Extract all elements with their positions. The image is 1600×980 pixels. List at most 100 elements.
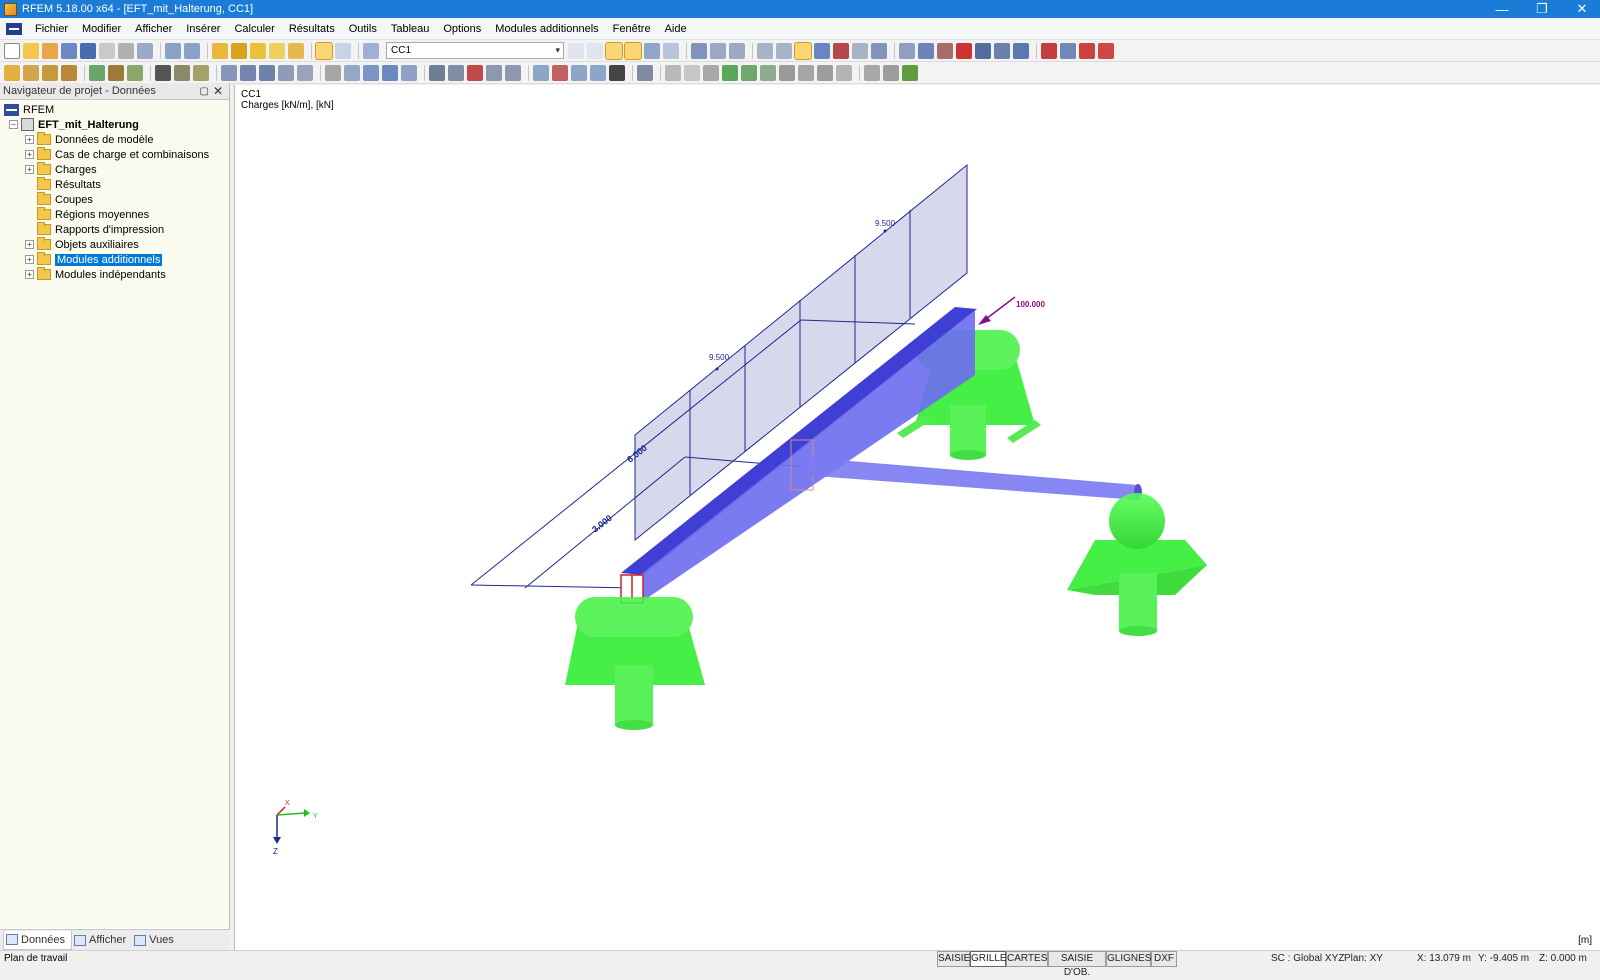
expand-icon[interactable]: + <box>25 135 34 144</box>
dimension-icon[interactable] <box>108 64 124 81</box>
model-3d-view[interactable]: 9.500 9.500 100.000 6.000 3.000 X Y Z <box>235 85 1600 950</box>
menu-table[interactable]: Tableau <box>384 18 437 40</box>
show-loads-icon[interactable] <box>605 41 623 60</box>
menu-calculate[interactable]: Calculer <box>227 18 281 40</box>
view-y-icon[interactable] <box>552 64 568 81</box>
tab-display[interactable]: Afficher <box>72 931 132 950</box>
view-back-icon[interactable] <box>505 64 521 81</box>
deformation-icon[interactable] <box>691 42 707 59</box>
visibility-icon[interactable] <box>174 64 190 81</box>
calculate-icon[interactable] <box>231 42 247 59</box>
tree-root[interactable]: RFEM <box>0 102 229 117</box>
tree-item-add-on-modules[interactable]: + Modules additionnels <box>0 252 229 267</box>
close-icon[interactable]: ✕ <box>213 83 223 100</box>
tab-data[interactable]: Données <box>3 930 73 950</box>
check-tool-icon[interactable] <box>902 64 918 81</box>
pin-icon[interactable]: ▢ <box>200 83 209 100</box>
display-nodes-icon[interactable] <box>221 64 237 81</box>
snap-object-icon[interactable] <box>42 64 58 81</box>
tree-item-load-cases[interactable]: + Cas de charge et combinaisons <box>0 147 229 162</box>
graphics-viewport[interactable]: CC1 Charges [kN/m], [kN] 9.500 9.500 100… <box>234 85 1600 950</box>
menu-edit[interactable]: Modifier <box>75 18 128 40</box>
section-icon[interactable] <box>1013 42 1029 59</box>
move-tool-icon[interactable] <box>883 64 899 81</box>
render-icon[interactable] <box>871 42 887 59</box>
menu-add-on-modules[interactable]: Modules additionnels <box>488 18 605 40</box>
menu-insert[interactable]: Insérer <box>179 18 227 40</box>
view-x-icon[interactable] <box>533 64 549 81</box>
zoom-out-icon[interactable] <box>467 64 483 81</box>
measure-icon[interactable] <box>155 64 171 81</box>
hinge-icon[interactable] <box>994 42 1010 59</box>
surface-diagram-icon[interactable] <box>729 42 745 59</box>
snap-icon[interactable] <box>4 64 20 81</box>
member-icon[interactable] <box>937 42 953 59</box>
solid-tool-icon[interactable] <box>741 64 757 81</box>
display-surfaces-icon[interactable] <box>259 64 275 81</box>
view-select-icon[interactable] <box>776 42 792 59</box>
display-sections-icon[interactable] <box>297 64 313 81</box>
line-tool-icon[interactable] <box>684 64 700 81</box>
expand-icon[interactable]: + <box>25 150 34 159</box>
tree-item-loads[interactable]: + Charges <box>0 162 229 177</box>
filter-icon[interactable] <box>193 64 209 81</box>
arc-tool-icon[interactable] <box>703 64 719 81</box>
load-wizard-icon[interactable] <box>288 42 304 59</box>
tree-model[interactable]: – EFT_mit_Halterung <box>0 117 229 132</box>
opening-tool-icon[interactable] <box>760 64 776 81</box>
solid-model-icon[interactable] <box>363 64 379 81</box>
rotate-view-icon[interactable] <box>794 41 812 60</box>
tab-views[interactable]: Vues <box>132 931 180 950</box>
expand-icon[interactable]: + <box>25 255 34 264</box>
expand-icon[interactable]: + <box>25 240 34 249</box>
load-case-select[interactable]: CC1 <box>386 42 564 59</box>
export-icon[interactable] <box>1041 42 1057 59</box>
line-icon[interactable] <box>918 42 934 59</box>
support-tool-icon[interactable] <box>779 64 795 81</box>
tree-item-model-data[interactable]: + Données de modèle <box>0 132 229 147</box>
preview-icon[interactable] <box>137 42 153 59</box>
color-scale-icon[interactable] <box>637 64 653 81</box>
display-members-icon[interactable] <box>240 64 256 81</box>
open-folder-icon[interactable] <box>23 42 39 59</box>
view-iso-icon[interactable] <box>590 64 606 81</box>
save-all-icon[interactable] <box>61 42 77 59</box>
view-grid-icon[interactable] <box>757 42 773 59</box>
rfem-logo-icon[interactable] <box>6 22 22 35</box>
tree-item-average-regions[interactable]: Régions moyennes <box>0 207 229 222</box>
minimize-button[interactable]: — <box>1484 0 1520 18</box>
show-load-values-icon[interactable] <box>624 41 642 60</box>
tree-item-guide-objects[interactable]: + Objets auxiliaires <box>0 237 229 252</box>
menu-options[interactable]: Options <box>436 18 488 40</box>
close-button[interactable]: ✕ <box>1564 0 1600 18</box>
menu-view[interactable]: Afficher <box>128 18 179 40</box>
collapse-icon[interactable]: – <box>9 120 18 129</box>
print-report-icon[interactable] <box>118 42 134 59</box>
expand-icon[interactable]: + <box>25 165 34 174</box>
support-icon[interactable] <box>975 42 991 59</box>
tree-item-standalone-modules[interactable]: + Modules indépendants <box>0 267 229 282</box>
solid-transparent-icon[interactable] <box>382 64 398 81</box>
zoom-window-icon[interactable] <box>448 64 464 81</box>
load-case-icon[interactable] <box>363 42 379 59</box>
tree-item-printout-reports[interactable]: Rapports d'impression <box>0 222 229 237</box>
copy-tool-icon[interactable] <box>864 64 880 81</box>
workplane-icon[interactable] <box>61 64 77 81</box>
zoom-view-icon[interactable] <box>833 42 849 59</box>
previous-case-icon[interactable] <box>568 42 584 59</box>
menu-window[interactable]: Fenêtre <box>606 18 658 40</box>
comment-icon[interactable] <box>127 64 143 81</box>
model-check-icon[interactable] <box>269 42 285 59</box>
hinge-tool-icon[interactable] <box>798 64 814 81</box>
menu-tools[interactable]: Outils <box>342 18 384 40</box>
delete-icon[interactable] <box>956 42 972 59</box>
object-snap-button[interactable]: SAISIE D'OB. <box>1048 951 1106 978</box>
print-graphic-icon[interactable] <box>1079 42 1095 59</box>
guidelines-button[interactable]: GLIGNES <box>1106 951 1151 967</box>
guideline-icon[interactable] <box>89 64 105 81</box>
show-values-icon[interactable] <box>663 42 679 59</box>
edit-icon[interactable] <box>212 42 228 59</box>
show-results-icon[interactable] <box>644 42 660 59</box>
snap-grid-icon[interactable] <box>23 64 39 81</box>
snap-button[interactable]: SAISIE <box>937 951 970 967</box>
